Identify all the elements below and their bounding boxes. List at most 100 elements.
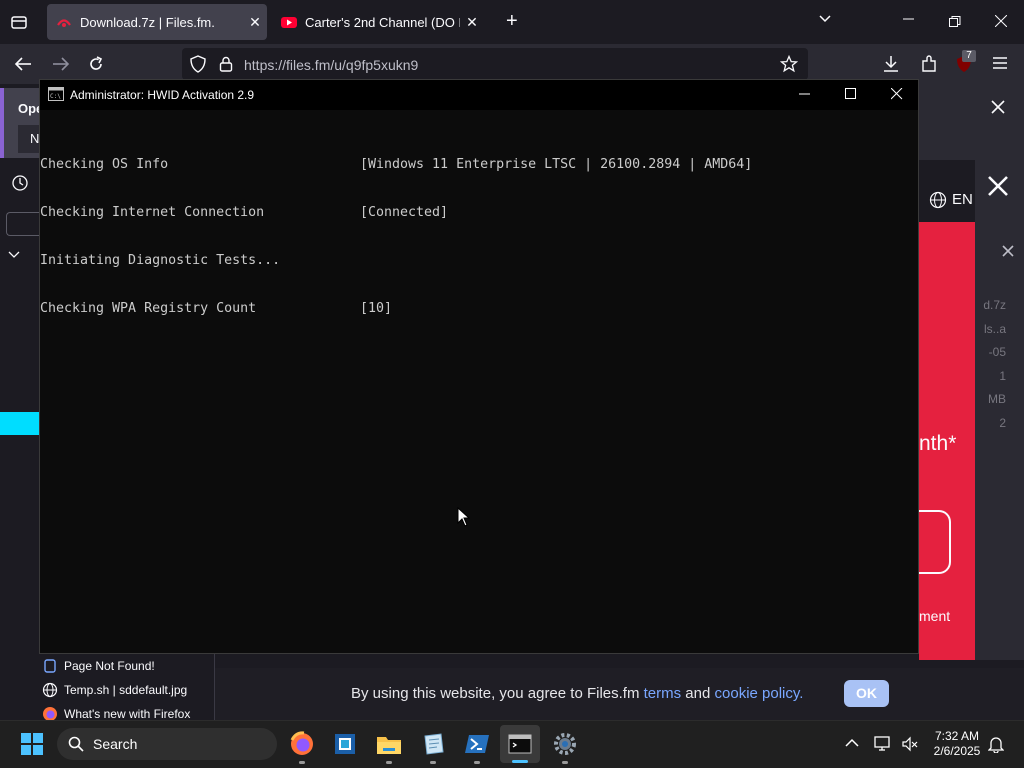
- system-clock[interactable]: 7:32 AM 2/6/2025: [928, 729, 986, 759]
- cmd-line-label: Checking WPA Registry Count: [40, 301, 257, 316]
- shield-icon[interactable]: [190, 55, 206, 73]
- cookie-text-start: By using this website, you agree to File…: [351, 685, 644, 702]
- cmd-line-value: [Connected]: [360, 205, 449, 220]
- list-item[interactable]: Temp.sh | sddefault.jpg: [38, 678, 214, 702]
- running-indicator: [474, 761, 480, 764]
- n-button[interactable]: N: [18, 125, 39, 153]
- notification-strip-right: [919, 84, 1024, 160]
- firefox-icon[interactable]: [286, 728, 318, 760]
- running-indicator: [562, 761, 568, 764]
- settings-icon[interactable]: [549, 728, 581, 760]
- files-icon: [42, 658, 58, 674]
- payment-fragment: ment: [919, 608, 951, 624]
- n-label: N: [30, 131, 40, 146]
- clock-time: 7:32 AM: [934, 729, 980, 743]
- meta-line: -05: [988, 345, 1006, 359]
- tab-list-icon[interactable]: [10, 13, 28, 31]
- terms-link[interactable]: terms: [644, 685, 682, 702]
- cyan-bar: [0, 412, 39, 435]
- running-indicator: [386, 761, 392, 764]
- cmd-line-value: [Windows 11 Enterprise LTSC | 26100.2894…: [360, 157, 753, 172]
- windows-start-icon[interactable]: [21, 733, 43, 755]
- active-indicator: [512, 760, 528, 763]
- tab-title: Download.7z | Files.fm.: [80, 14, 215, 30]
- close-window-icon[interactable]: [995, 15, 1007, 27]
- browser-tab-bar: Download.7z | Files.fm. ✕ Carter's 2nd C…: [0, 0, 1024, 44]
- cmd-line: Checking Internet Connection [Connected]: [40, 205, 918, 221]
- network-icon[interactable]: [874, 735, 892, 753]
- downloads-icon[interactable]: [883, 55, 899, 73]
- restore-icon[interactable]: [949, 16, 961, 28]
- list-item-label: What's new with Firefox: [64, 707, 191, 721]
- close-icon[interactable]: [987, 175, 1009, 197]
- tab-download[interactable]: Download.7z | Files.fm. ✕: [47, 4, 267, 40]
- svg-text:C:\: C:\: [50, 93, 61, 100]
- running-indicator: [430, 761, 436, 764]
- cmd-maximize-icon[interactable]: [845, 88, 857, 100]
- meta-line: MB: [988, 392, 1006, 406]
- promo-heading-fragment: nth*: [919, 432, 957, 455]
- taskbar-search-box[interactable]: [57, 728, 277, 760]
- tab-close-icon[interactable]: ✕: [243, 14, 267, 31]
- meta-line: 1: [999, 368, 1006, 383]
- close-icon[interactable]: [991, 100, 1005, 114]
- mouse-cursor-icon: [457, 507, 470, 527]
- running-indicator: [299, 761, 305, 764]
- chevron-down-icon[interactable]: [818, 12, 832, 26]
- powershell-icon[interactable]: [461, 728, 493, 760]
- cmd-line-label: Checking Internet Connection: [40, 205, 265, 220]
- new-tab-icon[interactable]: +: [506, 10, 518, 33]
- sidebar-search-box[interactable]: [6, 212, 39, 236]
- list-item-label: Temp.sh | sddefault.jpg: [64, 683, 188, 697]
- forward-icon[interactable]: [52, 56, 70, 72]
- search-label: Search: [93, 736, 138, 752]
- close-icon[interactable]: [1002, 245, 1014, 257]
- search-icon: [68, 736, 84, 752]
- cmd-title: Administrator: HWID Activation 2.9: [70, 88, 255, 102]
- globe-icon: [42, 682, 58, 698]
- cmd-line: Checking WPA Registry Count [10]: [40, 301, 918, 317]
- meta-line: d.7z: [983, 298, 1006, 312]
- cmd-close-icon[interactable]: [891, 88, 903, 100]
- cmd-title-bar[interactable]: C:\ Administrator: HWID Activation 2.9: [40, 80, 918, 110]
- filesfm-icon: [56, 14, 72, 30]
- chevron-down-icon[interactable]: [8, 250, 20, 260]
- youtube-icon: [281, 14, 297, 30]
- bookmark-star-icon[interactable]: [780, 55, 798, 73]
- cmd-icon: C:\: [48, 87, 64, 101]
- file-meta: d.7z ls..a -05 1 MB 2: [968, 294, 1006, 435]
- cmd-minimize-icon[interactable]: [799, 93, 811, 97]
- cmd-window[interactable]: C:\ Administrator: HWID Activation 2.9 C…: [39, 79, 919, 654]
- minimize-icon[interactable]: [903, 13, 915, 25]
- list-item[interactable]: Page Not Found!: [38, 654, 214, 678]
- back-icon[interactable]: [14, 56, 32, 72]
- file-explorer-icon[interactable]: [373, 728, 405, 760]
- cookie-ok-button[interactable]: OK: [844, 680, 889, 707]
- extensions-icon[interactable]: [920, 55, 938, 73]
- notification-bell-icon[interactable]: [988, 735, 1004, 753]
- cmd-line-label: Checking OS Info: [40, 157, 169, 172]
- lock-icon[interactable]: [219, 56, 233, 72]
- menu-icon[interactable]: [992, 56, 1008, 70]
- virtualbox-icon[interactable]: [329, 728, 361, 760]
- list-item-label: Page Not Found!: [64, 659, 155, 673]
- language-label[interactable]: EN: [952, 191, 973, 208]
- extension-badge: 7: [962, 50, 976, 62]
- clock-date: 2/6/2025: [933, 744, 981, 758]
- cmd-output: Checking OS Info [Windows 11 Enterprise L…: [40, 125, 918, 349]
- cmd-line-label: Initiating Diagnostic Tests...: [40, 253, 281, 268]
- tab-close-icon[interactable]: ✕: [460, 14, 484, 31]
- cookie-policy-link[interactable]: cookie policy.: [715, 685, 804, 702]
- reload-icon[interactable]: [88, 56, 104, 72]
- volume-muted-icon[interactable]: [901, 735, 919, 753]
- tab-youtube[interactable]: Carter's 2nd Channel (DO NOT ✕: [272, 4, 484, 40]
- notepad-icon[interactable]: [417, 728, 449, 760]
- meta-line: ls..a: [983, 321, 1006, 336]
- terminal-icon[interactable]: [504, 728, 536, 760]
- history-icon[interactable]: [11, 174, 29, 192]
- tab-title: Carter's 2nd Channel (DO NOT: [305, 14, 460, 30]
- chevron-up-icon[interactable]: [845, 738, 859, 748]
- cookie-text-and: and: [681, 685, 715, 702]
- globe-icon[interactable]: [929, 191, 947, 209]
- url-text[interactable]: https://files.fm/u/q9fp5xukn9: [244, 57, 418, 73]
